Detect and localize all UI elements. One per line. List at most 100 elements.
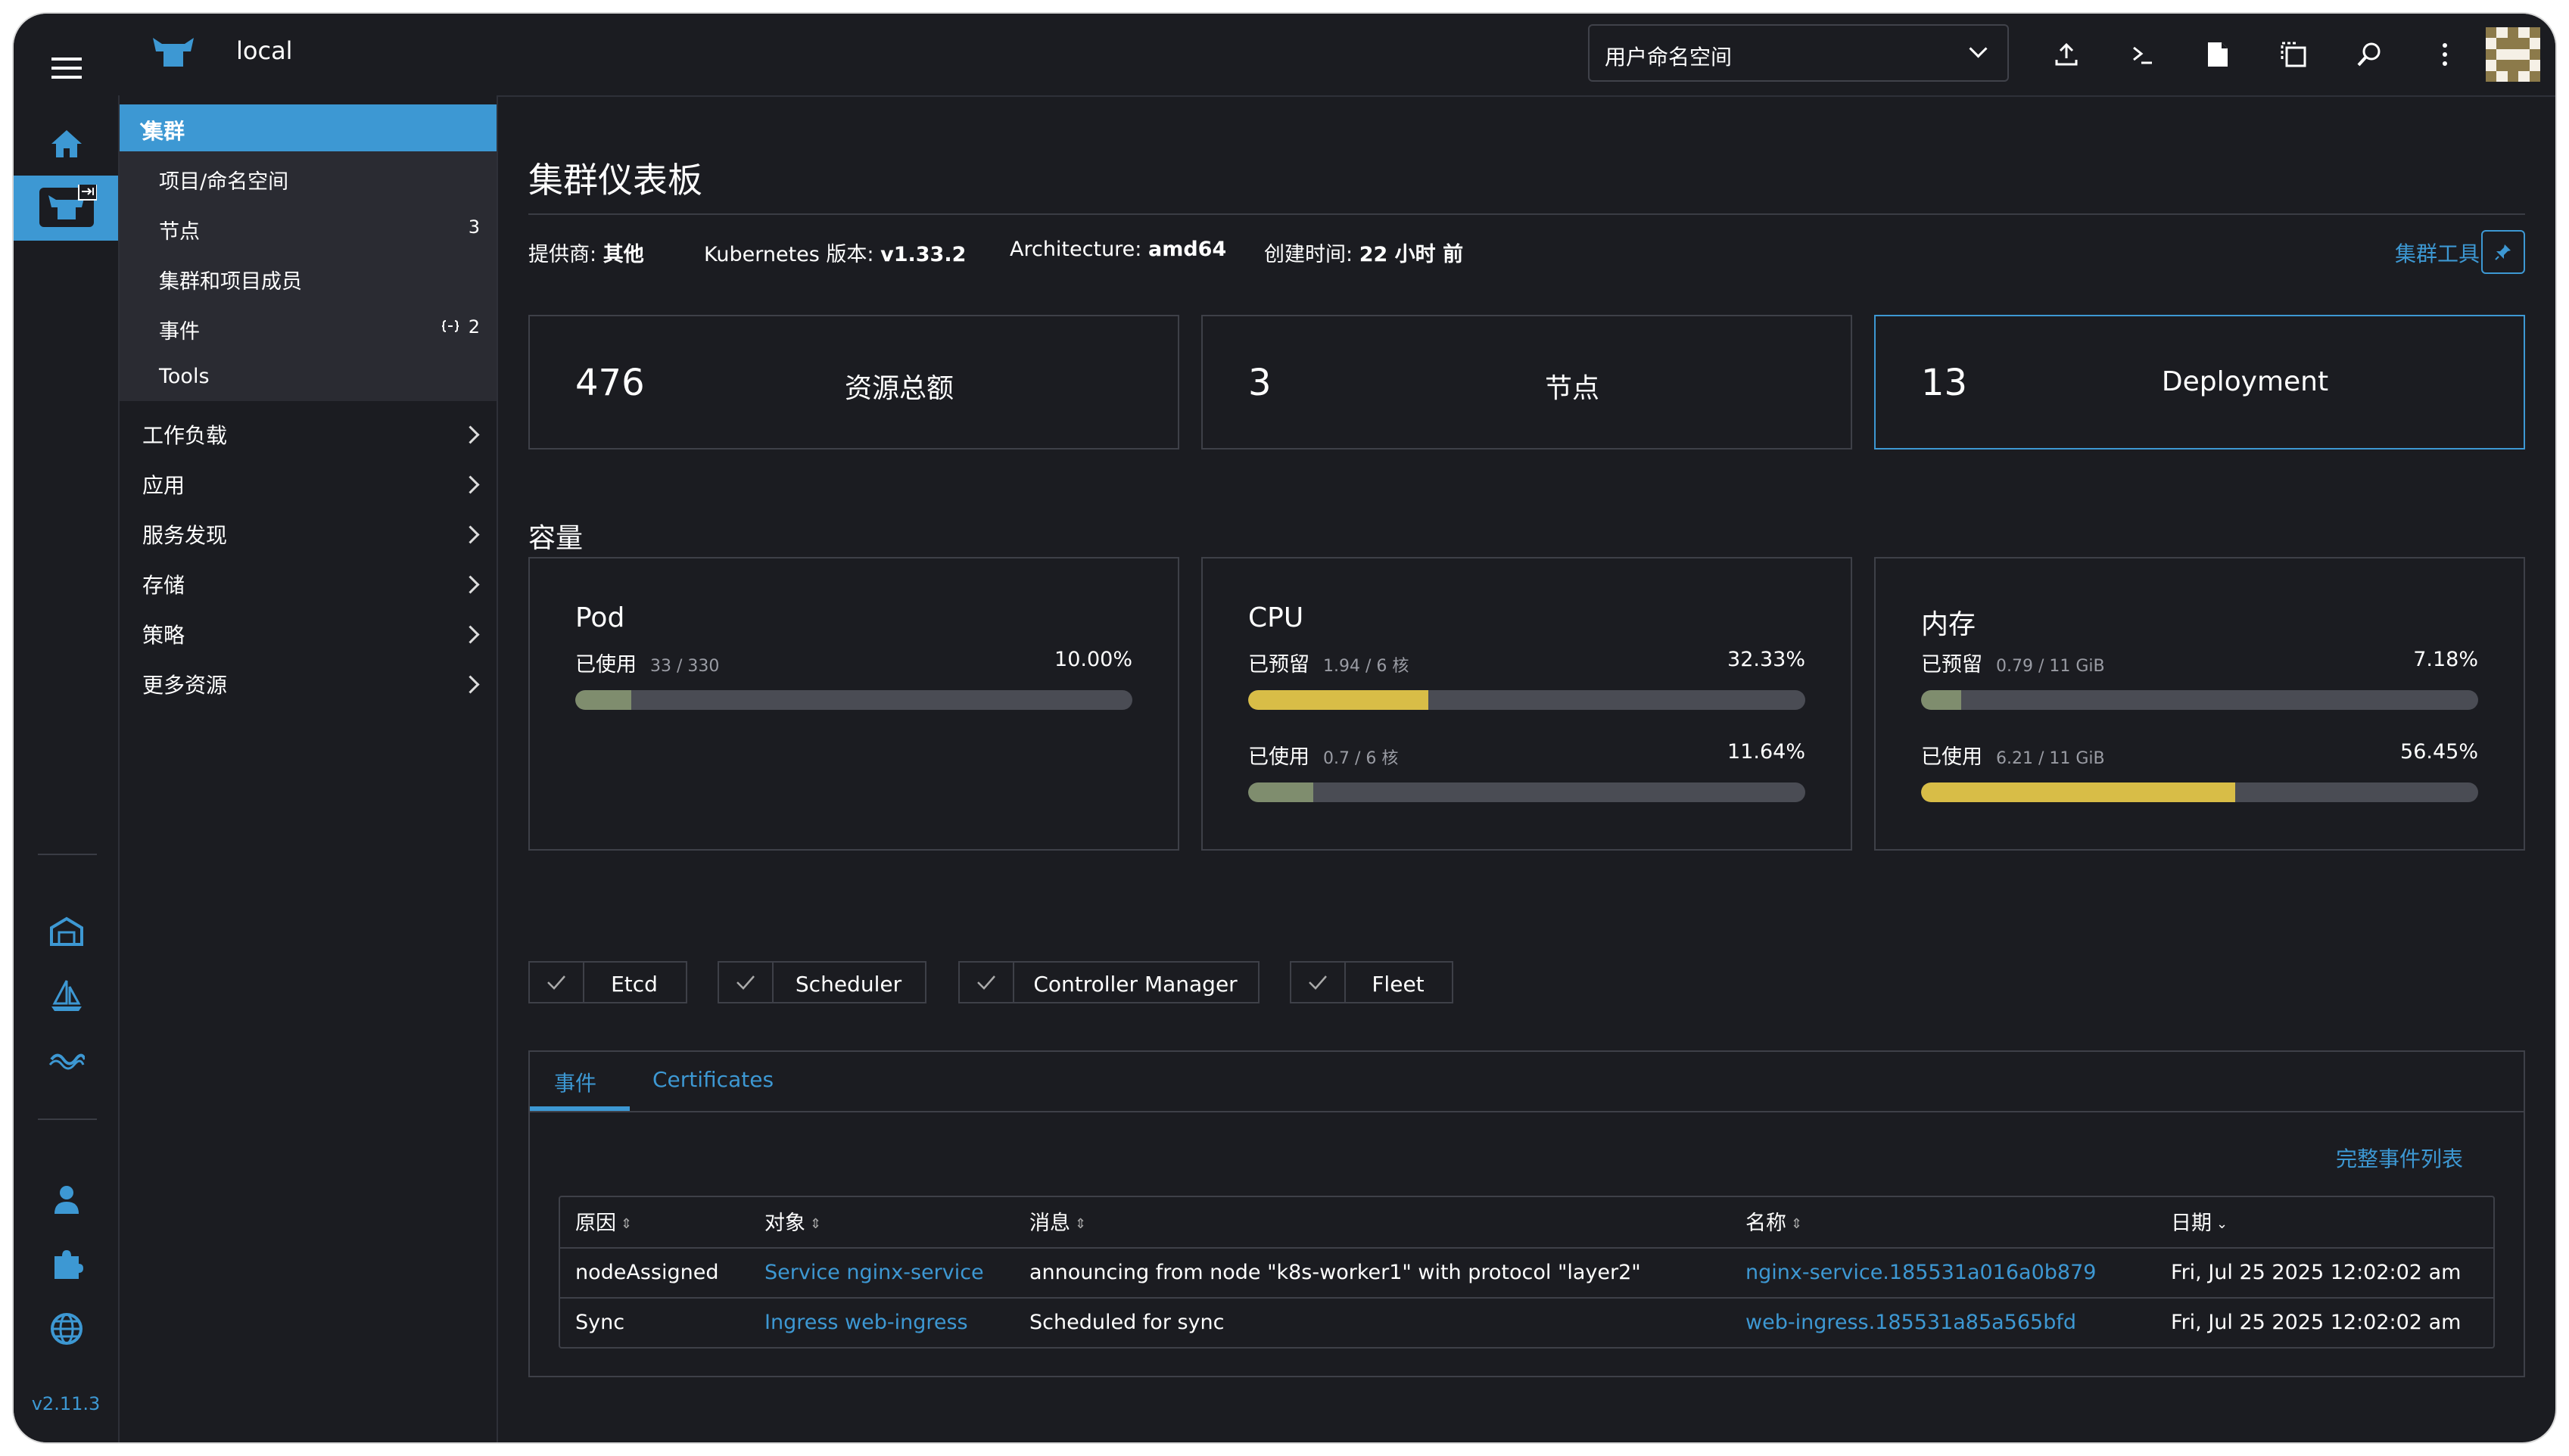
stat-label: 资源总额 bbox=[844, 373, 954, 404]
copy-kubeconfig-icon[interactable] bbox=[2274, 35, 2313, 74]
component-fleet: Fleet bbox=[1290, 961, 1453, 1003]
nav-item-apps[interactable]: 应用 bbox=[142, 469, 185, 499]
col-header-message[interactable]: 消息 ⇕ bbox=[1029, 1206, 1086, 1236]
events-count: 2 bbox=[468, 316, 480, 338]
col-header-reason[interactable]: 原因 ⇕ bbox=[575, 1206, 632, 1236]
extensions-puzzle-icon[interactable] bbox=[47, 1244, 86, 1283]
nav-item-service-discovery[interactable]: 服务发现 bbox=[142, 519, 227, 549]
more-options-icon[interactable] bbox=[2425, 35, 2465, 74]
col-header-date[interactable]: 日期 ⌄ bbox=[2171, 1206, 2228, 1236]
cpu-used-percent: 11.64% bbox=[1727, 740, 1805, 764]
chevron-right-icon bbox=[461, 575, 480, 594]
nav-item-events[interactable]: 事件 bbox=[159, 315, 200, 344]
active-tab-indicator bbox=[530, 1106, 630, 1111]
component-etcd: Etcd bbox=[528, 961, 687, 1003]
nav-item-members[interactable]: 集群和项目成员 bbox=[159, 265, 302, 294]
memory-reserved-label: 已预留 0.79 / 11 GiB bbox=[1921, 653, 2105, 677]
cell-object-link[interactable]: Ingress web-ingress bbox=[764, 1311, 968, 1334]
capacity-card-title: CPU bbox=[1248, 602, 1304, 633]
fleet-icon[interactable] bbox=[47, 1040, 86, 1079]
chevron-right-icon bbox=[461, 525, 480, 544]
cpu-used-bar bbox=[1248, 782, 1805, 802]
tab-certificates[interactable]: Certificates bbox=[652, 1067, 774, 1092]
component-controller-manager: Controller Manager bbox=[958, 961, 1260, 1003]
meta-k8s-version: Kubernetes 版本: v1.33.2 bbox=[704, 243, 967, 266]
side-nav: 集群 项目/命名空间 节点 3 集群和项目成员 事件 2 Tools 工作负载 … bbox=[120, 95, 498, 1442]
nav-item-storage[interactable]: 存储 bbox=[142, 569, 185, 599]
checkmark-icon bbox=[1291, 963, 1346, 1002]
nav-item-more-resources[interactable]: 更多资源 bbox=[142, 669, 227, 699]
table-row: nodeAssigned Service nginx-service annou… bbox=[560, 1247, 2493, 1297]
bar-fill bbox=[575, 690, 631, 710]
nav-item-policy[interactable]: 策略 bbox=[142, 619, 185, 649]
tab-events[interactable]: 事件 bbox=[554, 1067, 596, 1097]
file-icon[interactable] bbox=[2198, 35, 2237, 74]
events-table: 原因 ⇕ 对象 ⇕ 消息 ⇕ 名称 ⇕ 日期 ⌄ nodeAssigned Service… bbox=[559, 1196, 2495, 1349]
capacity-card-title: 内存 bbox=[1921, 609, 1976, 640]
tab-bar: 事件 Certificates bbox=[530, 1052, 2524, 1112]
meta-created: 创建时间: 22 小时 前 bbox=[1264, 243, 1464, 266]
cell-name-link[interactable]: web-ingress.185531a85a565bfd bbox=[1745, 1311, 2076, 1334]
sort-icon: ⇕ bbox=[1791, 1216, 1803, 1232]
nav-item-projects-namespaces[interactable]: 项目/命名空间 bbox=[159, 165, 288, 194]
chevron-down-icon bbox=[1969, 39, 1988, 58]
user-icon[interactable] bbox=[47, 1179, 86, 1218]
col-header-name[interactable]: 名称 ⇕ bbox=[1745, 1206, 1802, 1236]
top-header: local 用户命名空间 bbox=[118, 14, 2555, 97]
memory-reserved-bar bbox=[1921, 690, 2478, 710]
col-header-object[interactable]: 对象 ⇕ bbox=[764, 1206, 821, 1236]
app-window: v2.11.3 local 用户命名空间 集群 项目/命名空间 节点 3 集群和… bbox=[14, 14, 2555, 1442]
memory-used-bar bbox=[1921, 782, 2478, 802]
cell-date: Fri, Jul 25 2025 12:02:02 am bbox=[2171, 1311, 2462, 1334]
chevron-right-icon bbox=[461, 625, 480, 644]
cluster-logo-icon[interactable] bbox=[36, 185, 97, 227]
kubectl-shell-icon[interactable] bbox=[2122, 35, 2162, 74]
cpu-reserved-percent: 32.33% bbox=[1727, 648, 1805, 671]
capacity-card-title: Pod bbox=[575, 602, 625, 633]
namespace-select[interactable]: 用户命名空间 bbox=[1588, 24, 2009, 82]
checkmark-icon bbox=[960, 963, 1014, 1002]
cpu-reserved-label: 已预留 1.94 / 6 核 bbox=[1248, 653, 1409, 677]
pod-used-label: 已使用 33 / 330 bbox=[575, 653, 720, 677]
menu-icon[interactable] bbox=[47, 48, 86, 88]
nav-group-cluster[interactable]: 集群 bbox=[120, 104, 497, 151]
nav-item-workloads[interactable]: 工作负载 bbox=[142, 419, 227, 450]
checkmark-icon bbox=[719, 963, 774, 1002]
cell-name-link[interactable]: nginx-service.185531a016a0b879 bbox=[1745, 1261, 2096, 1284]
bar-fill bbox=[1248, 782, 1313, 802]
cluster-tools-link[interactable]: 集群工具 bbox=[2395, 238, 2480, 268]
nodes-count: 3 bbox=[468, 216, 480, 238]
globe-icon[interactable] bbox=[47, 1309, 86, 1349]
search-icon[interactable] bbox=[2349, 35, 2389, 74]
sailboat-icon[interactable] bbox=[47, 976, 86, 1016]
page-title: 集群仪表板 bbox=[528, 160, 702, 201]
pin-button[interactable] bbox=[2481, 230, 2525, 274]
sort-icon: ⇕ bbox=[621, 1216, 633, 1232]
avatar[interactable] bbox=[2486, 27, 2540, 82]
bar-fill bbox=[1921, 782, 2236, 802]
capacity-title: 容量 bbox=[528, 523, 584, 554]
stat-total-resources[interactable]: 476 资源总额 bbox=[528, 315, 1179, 450]
stat-nodes[interactable]: 3 节点 bbox=[1201, 315, 1852, 450]
cell-message: announcing from node "k8s-worker1" with … bbox=[1029, 1261, 1641, 1284]
sort-icon: ⇕ bbox=[810, 1216, 822, 1232]
cell-reason: nodeAssigned bbox=[575, 1261, 719, 1284]
warehouse-icon[interactable] bbox=[47, 911, 86, 950]
main-content: 集群仪表板 提供商: 其他 Kubernetes 版本: v1.33.2 Arc… bbox=[498, 95, 2555, 1442]
nav-item-nodes[interactable]: 节点 bbox=[159, 215, 200, 244]
component-scheduler: Scheduler bbox=[718, 961, 926, 1003]
stat-deployments[interactable]: 13 Deployment bbox=[1874, 315, 2525, 450]
memory-used-percent: 56.45% bbox=[2400, 740, 2478, 764]
pin-icon bbox=[2495, 244, 2511, 260]
upload-icon[interactable] bbox=[2047, 35, 2086, 74]
nav-item-tools[interactable]: Tools bbox=[159, 365, 210, 388]
meta-provider: 提供商: 其他 bbox=[528, 243, 644, 266]
capacity-memory-card: 内存 已预留 0.79 / 11 GiB 7.18% 已使用 6.21 / 11 G… bbox=[1874, 557, 2525, 851]
home-icon[interactable] bbox=[47, 124, 86, 163]
full-events-link[interactable]: 完整事件列表 bbox=[2336, 1143, 2463, 1173]
cell-object-link[interactable]: Service nginx-service bbox=[764, 1261, 984, 1284]
chevron-right-icon bbox=[461, 675, 480, 694]
cluster-header-icon bbox=[150, 30, 197, 76]
stat-label: Deployment bbox=[2161, 366, 2329, 397]
capacity-pod-card: Pod 已使用 33 / 330 10.00% bbox=[528, 557, 1179, 851]
